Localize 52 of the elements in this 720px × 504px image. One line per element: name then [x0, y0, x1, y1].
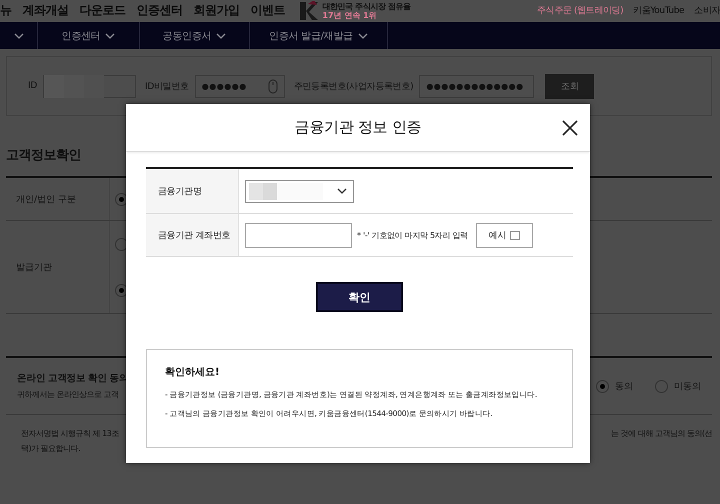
radio-label: 동의	[615, 380, 633, 392]
search-button[interactable]: 조회	[545, 74, 594, 98]
account-number-field[interactable]	[245, 222, 352, 248]
dialog-title: 금융기관 정보 인증	[294, 118, 422, 137]
close-icon	[562, 120, 578, 136]
field-label: 금융기관 계좌번호	[158, 230, 230, 242]
close-button[interactable]	[562, 120, 578, 136]
row-label: 발급기관	[16, 262, 52, 274]
field-label: ID	[28, 81, 37, 91]
password-field[interactable]: ●●●●●●●●●●●●●	[419, 74, 534, 98]
logo-tagline: 17년 연속 1위	[322, 10, 378, 20]
nav-menu-item[interactable]: 인증센터	[62, 28, 116, 42]
input-hint: * '-' 기호없이 마지막 5자리 입력	[357, 230, 468, 240]
chevron-down-icon	[337, 188, 347, 194]
menu-link[interactable]: 이벤트	[250, 2, 285, 19]
radio-button[interactable]	[655, 380, 668, 392]
menu-link[interactable]: 계좌개설	[22, 2, 68, 19]
password-field[interactable]: ●●●●●●	[194, 74, 285, 98]
field-label: ID비밀번호	[145, 80, 189, 92]
notice-title: 확인하세요!	[165, 366, 221, 379]
field-label: 주민등록번호(사업자등록번호)	[294, 80, 414, 92]
field-label: 금융기관명	[158, 186, 202, 198]
notice-text: 는 것에 대해 고객님의 동의(선	[611, 428, 712, 440]
header-link[interactable]: 키움YouTube	[633, 4, 684, 17]
redacted-value	[44, 74, 104, 98]
radio-label: 미동의	[674, 380, 701, 392]
header-link[interactable]: 주식주문 (웹트레이딩)	[537, 4, 624, 17]
example-button[interactable]: 예시	[476, 222, 533, 248]
chevron-down-icon	[216, 32, 226, 38]
logo-tagline: 대한민국 주식시장 점유율	[322, 2, 411, 10]
chevron-down-icon	[14, 32, 24, 38]
notice-text: 택)가 필요합니다.	[20, 443, 82, 455]
notice-text: 전자서명법 시행규칙 제 13조	[21, 428, 119, 440]
chevron-down-icon	[105, 32, 116, 38]
menu-link[interactable]: 다운로드	[80, 2, 126, 19]
nav-menu-item[interactable]: 인증서 발급/재발급	[269, 28, 368, 42]
consent-description: 귀하께서는 온라인상으로 고객	[17, 389, 120, 400]
confirm-button[interactable]: 확인	[316, 282, 403, 312]
nav-menu-item[interactable]: 공동인증서	[162, 28, 226, 42]
mouse-icon	[268, 78, 278, 94]
menu-link[interactable]: 회원가입	[194, 2, 240, 19]
bank-select[interactable]	[245, 180, 354, 202]
logo-icon	[298, 0, 318, 20]
menu-link[interactable]: 인증센터	[136, 2, 182, 19]
square-icon	[510, 230, 520, 240]
header-link[interactable]: 소비자	[694, 4, 720, 17]
chevron-down-icon	[358, 32, 368, 38]
id-field[interactable]	[43, 74, 136, 98]
radio-button[interactable]	[596, 380, 609, 392]
menu-link[interactable]: 뉴	[0, 2, 12, 19]
section-title: 고객정보확인	[6, 147, 82, 165]
row-label: 개인/법인 구분	[16, 194, 76, 206]
